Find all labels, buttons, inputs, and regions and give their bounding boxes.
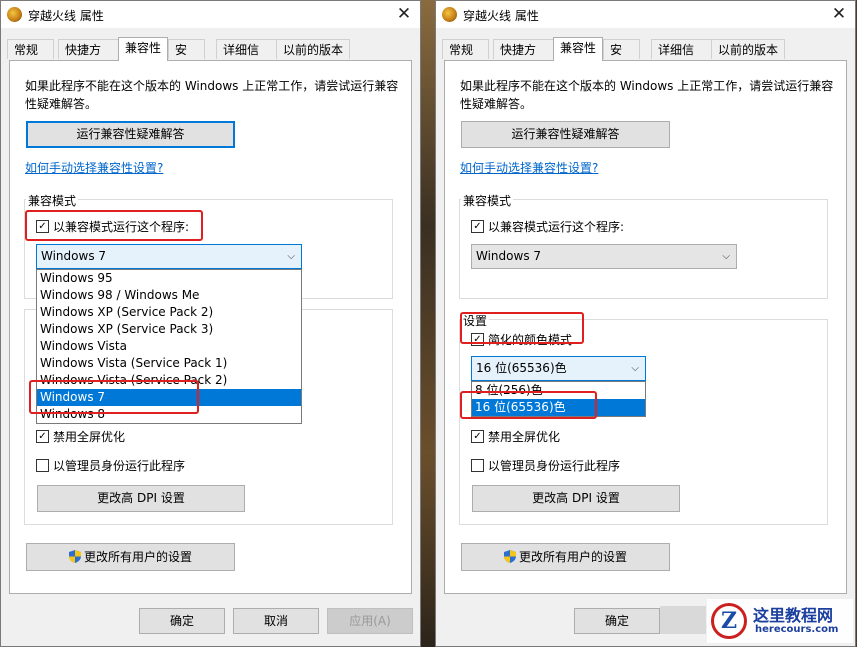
- tab-shortcut[interactable]: 快捷方式: [493, 39, 554, 77]
- os-option[interactable]: Windows Vista: [37, 338, 301, 355]
- os-select-value: Windows 7: [476, 249, 542, 263]
- tab-compatibility[interactable]: 兼容性: [118, 37, 168, 61]
- disable-fullscreen-label: 禁用全屏优化: [53, 430, 126, 444]
- title-bar: 穿越火线 属性 ✕: [1, 1, 420, 28]
- app-icon: [7, 7, 22, 22]
- watermark-url: herecours.com: [755, 624, 839, 635]
- blurred-button-area: [660, 606, 706, 634]
- watermark-title: 这里教程网: [753, 606, 834, 625]
- chevron-down-icon: ⌵: [722, 251, 730, 262]
- run-troubleshooter-button[interactable]: 运行兼容性疑难解答: [461, 121, 670, 148]
- manual-settings-link[interactable]: 如何手动选择兼容性设置?: [25, 159, 163, 176]
- tab-previous-versions[interactable]: 以前的版本: [276, 39, 350, 59]
- properties-window-right: 穿越火线 属性 ✕ 常规 快捷方式 兼容性 安全 详细信息 以前的版本 如果此程…: [435, 0, 856, 647]
- manual-settings-link[interactable]: 如何手动选择兼容性设置?: [460, 159, 598, 176]
- change-dpi-button[interactable]: 更改高 DPI 设置: [37, 485, 245, 512]
- chevron-down-icon: ⌵: [631, 363, 639, 374]
- shield-icon: [503, 550, 516, 563]
- highlight-box: [460, 312, 584, 344]
- close-icon[interactable]: ✕: [823, 1, 855, 28]
- compat-mode-label: 兼容模式: [26, 192, 79, 209]
- title-bar: 穿越火线 属性 ✕: [436, 1, 855, 28]
- change-all-users-button[interactable]: 更改所有用户的设置: [461, 543, 670, 571]
- ok-button[interactable]: 确定: [139, 608, 225, 634]
- change-dpi-button[interactable]: 更改高 DPI 设置: [472, 485, 680, 512]
- tab-bar: 常规 快捷方式 兼容性 安全 详细信息 以前的版本: [7, 37, 414, 77]
- desktop-background: [421, 0, 435, 647]
- window-title: 穿越火线 属性: [463, 9, 539, 23]
- highlight-box: [460, 391, 597, 419]
- run-as-admin-label: 以管理员身份运行此程序: [488, 459, 621, 473]
- compat-description: 如果此程序不能在这个版本的 Windows 上正常工作，请尝试运行兼容性疑难解答…: [25, 79, 399, 111]
- cancel-button[interactable]: 取消: [233, 608, 319, 634]
- compat-mode-label: 兼容模式: [461, 192, 514, 209]
- run-as-admin-checkbox[interactable]: 以管理员身份运行此程序: [36, 457, 185, 474]
- tab-general[interactable]: 常规: [7, 39, 54, 59]
- os-option[interactable]: Windows XP (Service Pack 3): [37, 321, 301, 338]
- color-select-value: 16 位(65536)色: [476, 361, 567, 375]
- os-option[interactable]: Windows 98 / Windows Me: [37, 287, 301, 304]
- os-option[interactable]: Windows 95: [37, 270, 301, 287]
- disable-fullscreen-checkbox[interactable]: ✓ 禁用全屏优化: [36, 428, 125, 445]
- compat-mode-checkbox-label: 以兼容模式运行这个程序:: [488, 220, 625, 234]
- highlight-box: [29, 380, 199, 414]
- tab-security[interactable]: 安全: [168, 39, 205, 77]
- os-select[interactable]: Windows 7 ⌵: [36, 244, 302, 269]
- run-troubleshooter-button[interactable]: 运行兼容性疑难解答: [26, 121, 235, 148]
- watermark: Z 这里教程网 herecours.com: [707, 599, 853, 643]
- disable-fullscreen-checkbox[interactable]: ✓ 禁用全屏优化: [471, 428, 560, 445]
- tab-details[interactable]: 详细信息: [216, 39, 277, 77]
- tab-compatibility[interactable]: 兼容性: [553, 37, 603, 61]
- apply-button[interactable]: 应用(A): [327, 608, 413, 634]
- checkbox-checked-icon: ✓: [471, 220, 484, 233]
- tab-bar: 常规 快捷方式 兼容性 安全 详细信息 以前的版本: [442, 37, 849, 77]
- ok-button[interactable]: 确定: [574, 608, 660, 634]
- change-all-users-label: 更改所有用户的设置: [83, 550, 192, 564]
- app-icon: [442, 7, 457, 22]
- compat-panel: 如果此程序不能在这个版本的 Windows 上正常工作，请尝试运行兼容性疑难解答…: [9, 60, 412, 594]
- watermark-logo-icon: Z: [711, 603, 747, 639]
- tab-previous-versions[interactable]: 以前的版本: [711, 39, 785, 59]
- checkbox-unchecked-icon: [36, 459, 49, 472]
- shield-icon: [68, 550, 81, 563]
- checkbox-checked-icon: ✓: [36, 430, 49, 443]
- os-option[interactable]: Windows Vista (Service Pack 1): [37, 355, 301, 372]
- highlight-box: [25, 210, 203, 241]
- change-all-users-button[interactable]: 更改所有用户的设置: [26, 543, 235, 571]
- chevron-down-icon: ⌵: [287, 251, 295, 262]
- tab-security[interactable]: 安全: [603, 39, 640, 77]
- checkbox-unchecked-icon: [471, 459, 484, 472]
- disable-fullscreen-label: 禁用全屏优化: [488, 430, 561, 444]
- compat-mode-checkbox[interactable]: ✓ 以兼容模式运行这个程序:: [471, 218, 624, 235]
- tab-details[interactable]: 详细信息: [651, 39, 712, 77]
- checkbox-checked-icon: ✓: [471, 430, 484, 443]
- os-select-value: Windows 7: [41, 249, 107, 263]
- os-select[interactable]: Windows 7 ⌵: [471, 244, 737, 269]
- os-option[interactable]: Windows XP (Service Pack 2): [37, 304, 301, 321]
- run-as-admin-label: 以管理员身份运行此程序: [53, 459, 186, 473]
- tab-shortcut[interactable]: 快捷方式: [58, 39, 119, 77]
- close-icon[interactable]: ✕: [388, 1, 420, 28]
- color-select[interactable]: 16 位(65536)色 ⌵: [471, 356, 646, 381]
- change-all-users-label: 更改所有用户的设置: [518, 550, 627, 564]
- window-title: 穿越火线 属性: [28, 9, 104, 23]
- compat-description: 如果此程序不能在这个版本的 Windows 上正常工作，请尝试运行兼容性疑难解答…: [460, 79, 834, 111]
- tab-general[interactable]: 常规: [442, 39, 489, 59]
- run-as-admin-checkbox[interactable]: 以管理员身份运行此程序: [471, 457, 620, 474]
- properties-window-left: 穿越火线 属性 ✕ 常规 快捷方式 兼容性 安全 详细信息 以前的版本 如果此程…: [0, 0, 421, 647]
